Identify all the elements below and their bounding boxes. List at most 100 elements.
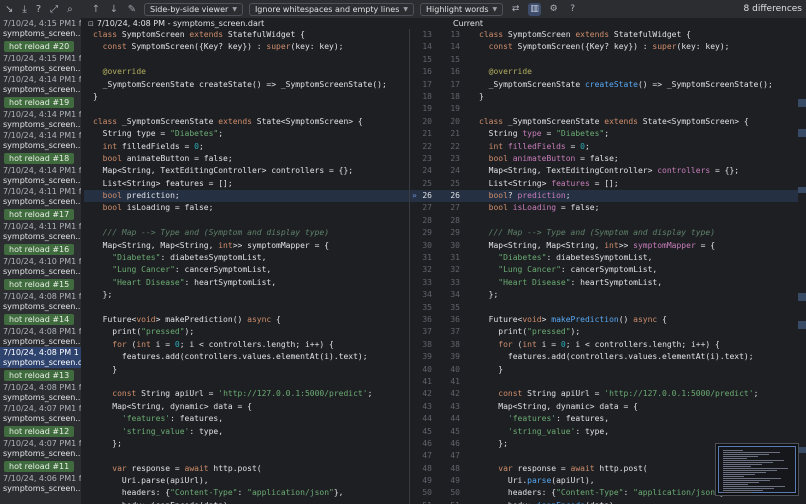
code-line[interactable]: 'string_value': type, <box>84 426 414 438</box>
history-entry[interactable]: 7/10/24, 4:07 PM1 filesymptoms_screen... <box>0 403 81 424</box>
code-line[interactable] <box>84 215 414 227</box>
right-change-markers[interactable] <box>798 29 806 504</box>
code-line[interactable]: "Lung Cancer": cancerSymptomList, <box>84 264 414 276</box>
code-line[interactable]: } <box>470 91 798 103</box>
help-icon[interactable]: ? <box>36 4 41 15</box>
history-entry[interactable]: 7/10/24, 4:10 PM1 filesymptoms_screen... <box>0 256 81 277</box>
code-line[interactable]: "Heart Disease": heartSymptomList, <box>84 277 414 289</box>
code-line[interactable]: _SymptomScreenState createState() => _Sy… <box>470 79 798 91</box>
code-line[interactable]: Map<String, TextEditingController> contr… <box>84 165 414 177</box>
code-line[interactable]: "Diabetes": diabetesSymptomList, <box>84 252 414 264</box>
history-entry[interactable]: 7/10/24, 4:15 PM1 filesymptoms_screen... <box>0 53 81 74</box>
code-line[interactable] <box>470 54 798 66</box>
highlight-dropdown[interactable]: Highlight words ▼ <box>420 2 504 16</box>
hot-reload-label[interactable]: hot reload #12 <box>0 424 81 438</box>
history-entry[interactable]: 7/10/24, 4:08 PM1 filesymptoms_screen... <box>0 291 81 312</box>
history-entry[interactable]: 7/10/24, 4:08 PM 1 filesymptoms_screen.d… <box>0 347 81 368</box>
code-line[interactable]: body: jsonEncode(data), <box>470 500 798 504</box>
history-entry[interactable]: 7/10/24, 4:14 PM1 filesymptoms_screen... <box>0 130 81 151</box>
left-editor[interactable]: class SymptomScreen extends StatefulWidg… <box>84 29 414 504</box>
history-entry[interactable]: 7/10/24, 4:07 PM1 filesymptoms_screen... <box>0 438 81 459</box>
code-line[interactable]: const SymptomScreen({Key? key}) : super(… <box>470 41 798 53</box>
down-arrow-icon[interactable]: ↓ <box>108 4 120 15</box>
code-line[interactable]: Map<String, Map<String, int>> symptomMap… <box>470 240 798 252</box>
collapse-panel-icon[interactable]: ↘ <box>5 4 13 15</box>
code-line[interactable]: Future<void> makePrediction() async { <box>84 314 414 326</box>
help-icon[interactable]: ? <box>566 3 579 16</box>
code-line[interactable]: String type = "Diabetes"; <box>470 128 798 140</box>
code-line[interactable]: }; <box>84 438 414 450</box>
hot-reload-label[interactable]: hot reload #13 <box>0 368 81 382</box>
code-line[interactable] <box>470 302 798 314</box>
code-line[interactable]: List<String> features = []; <box>84 178 414 190</box>
code-line[interactable]: print("pressed"); <box>470 326 798 338</box>
code-line[interactable]: const SymptomScreen({Key? key}) : super(… <box>84 41 414 53</box>
whitespace-dropdown[interactable]: Ignore whitespaces and empty lines ▼ <box>248 2 415 16</box>
code-line[interactable] <box>470 103 798 115</box>
code-line[interactable]: 'features': features, <box>84 413 414 425</box>
code-line[interactable]: Map<String, dynamic> data = { <box>84 401 414 413</box>
code-line[interactable]: String type = "Diabetes"; <box>84 128 414 140</box>
code-line[interactable]: bool animateButton = false; <box>470 153 798 165</box>
code-line[interactable]: }; <box>470 289 798 301</box>
hot-reload-label[interactable]: hot reload #18 <box>0 151 81 165</box>
code-line[interactable] <box>84 54 414 66</box>
code-line[interactable]: const String apiUrl = 'http://127.0.0.1:… <box>84 388 414 400</box>
code-line[interactable]: }; <box>84 289 414 301</box>
code-line[interactable]: class _SymptomScreenState extends State<… <box>470 116 798 128</box>
code-line[interactable]: features.add(controllers.values.elementA… <box>470 351 798 363</box>
code-line[interactable]: } <box>84 364 414 376</box>
history-entry[interactable]: 7/10/24, 4:08 PM1 filesymptoms_screen... <box>0 382 81 403</box>
code-line[interactable]: int filledFields = 0; <box>470 141 798 153</box>
right-editor[interactable]: class SymptomScreen extends StatefulWidg… <box>470 29 798 504</box>
up-arrow-icon[interactable]: ↑ <box>90 4 102 15</box>
code-line[interactable]: int filledFields = 0; <box>84 141 414 153</box>
history-entry[interactable]: 7/10/24, 4:08 PM1 filesymptoms_screen... <box>0 326 81 347</box>
code-line[interactable]: @override <box>84 66 414 78</box>
code-line[interactable] <box>84 450 414 462</box>
code-line[interactable]: class _SymptomScreenState extends State<… <box>84 116 414 128</box>
code-line[interactable]: for (int i = 0; i < controllers.length; … <box>470 339 798 351</box>
hot-reload-label[interactable]: hot reload #14 <box>0 312 81 326</box>
code-line[interactable]: print("pressed"); <box>84 326 414 338</box>
code-line[interactable]: 'features': features, <box>470 413 798 425</box>
code-line[interactable]: @override <box>470 66 798 78</box>
viewer-mode-dropdown[interactable]: Side-by-side viewer ▼ <box>144 2 243 16</box>
apply-change-icon[interactable]: » <box>412 190 417 202</box>
code-line[interactable]: Map<String, TextEditingController> contr… <box>470 165 798 177</box>
history-entry[interactable]: 7/10/24, 4:11 PM1 filesymptoms_screen... <box>0 221 81 242</box>
hot-reload-label[interactable]: hot reload #15 <box>0 277 81 291</box>
code-line[interactable]: Map<String, dynamic> data = { <box>470 401 798 413</box>
history-entry[interactable]: 7/10/24, 4:11 PM1 filesymptoms_screen... <box>0 186 81 207</box>
code-line[interactable] <box>470 376 798 388</box>
code-line[interactable] <box>84 302 414 314</box>
code-line[interactable]: bool isLoading = false; <box>470 202 798 214</box>
code-line[interactable]: List<String> features = []; <box>470 178 798 190</box>
code-line[interactable]: Map<String, Map<String, int>> symptomMap… <box>84 240 414 252</box>
search-icon[interactable]: ⌕ <box>67 4 73 15</box>
code-line[interactable]: "Lung Cancer": cancerSymptomList, <box>470 264 798 276</box>
code-line[interactable] <box>84 376 414 388</box>
swap-icon[interactable]: ⇄ <box>509 3 522 16</box>
code-line[interactable]: features.add(controllers.values.elementA… <box>84 351 414 363</box>
history-entry[interactable]: 7/10/24, 4:15 PM1 filesymptoms_screen... <box>0 18 81 39</box>
code-line[interactable]: bool animateButton = false; <box>84 153 414 165</box>
code-line[interactable]: bool? prediction; <box>470 190 798 203</box>
code-line[interactable]: Uri.parse(apiUrl), <box>84 475 414 487</box>
code-line[interactable]: Future<void> makePrediction() async { <box>470 314 798 326</box>
edit-icon[interactable]: ✎ <box>126 4 138 15</box>
local-history-list[interactable]: 7/10/24, 4:15 PM1 filesymptoms_screen...… <box>0 18 82 504</box>
expand-icon[interactable]: ⤢ <box>50 4 58 15</box>
code-line[interactable]: } <box>84 91 414 103</box>
hot-reload-label[interactable]: hot reload #17 <box>0 207 81 221</box>
code-line[interactable]: bool isLoading = false; <box>84 202 414 214</box>
history-entry[interactable]: 7/10/24, 4:14 PM1 filesymptoms_screen... <box>0 74 81 95</box>
settings-icon[interactable]: ⚙ <box>547 3 560 16</box>
history-entry[interactable]: 7/10/24, 4:14 PM1 filesymptoms_screen... <box>0 109 81 130</box>
code-line[interactable]: } <box>470 364 798 376</box>
code-line[interactable]: for (int i = 0; i < controllers.length; … <box>84 339 414 351</box>
code-line[interactable]: class SymptomScreen extends StatefulWidg… <box>470 29 798 41</box>
download-icon[interactable]: ⤓ <box>22 4 26 15</box>
code-line[interactable]: body: jsonEncode(data), <box>84 500 414 504</box>
code-line[interactable]: /// Map --> Type and (Symptom and displa… <box>84 227 414 239</box>
